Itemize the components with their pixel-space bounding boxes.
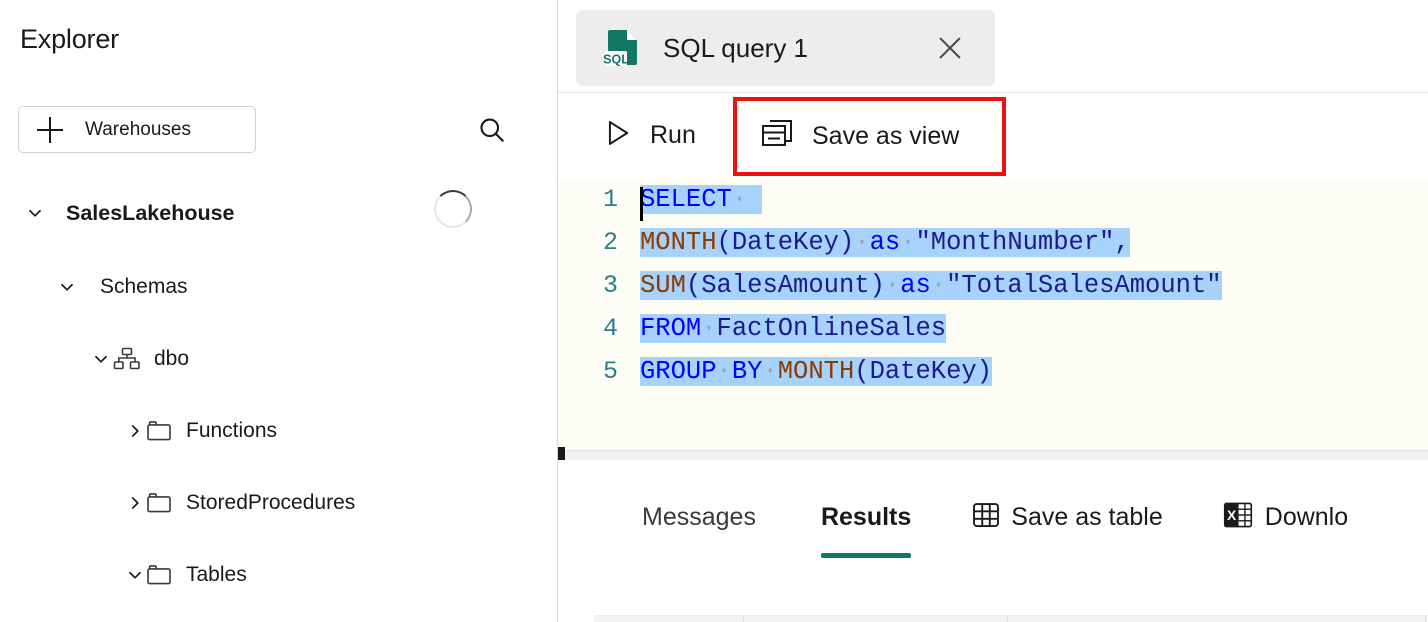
schema-icon [112, 346, 142, 372]
active-tab-underline [820, 553, 912, 558]
chevron-down-icon[interactable] [56, 276, 78, 298]
search-icon[interactable] [472, 110, 512, 150]
tree-item-label: Schemas [100, 275, 188, 298]
tab-results[interactable]: Results [820, 503, 912, 558]
svg-text:X: X [1227, 507, 1237, 523]
line-number: 5 [602, 357, 618, 386]
spinner-icon [434, 190, 472, 228]
add-warehouses-label: Warehouses [85, 118, 191, 140]
save-as-view-button[interactable]: Save as view [760, 118, 959, 155]
line-number: 3 [602, 271, 618, 300]
tree-item-label: SalesLakehouse [66, 200, 235, 225]
play-icon [604, 118, 632, 153]
tab-messages-label: Messages [642, 503, 756, 531]
folder-icon [146, 490, 172, 516]
save-as-view-label: Save as view [812, 122, 960, 150]
tree-item-label: Functions [186, 419, 278, 442]
code-text: FROM·FactOnlineSales [640, 314, 947, 343]
code-text: SUM(SalesAmount)·as·"TotalSalesAmount" [640, 271, 1222, 300]
explorer-sidebar: Explorer Warehouses SalesLakehouse Schem… [0, 0, 558, 622]
save-as-view-highlight-box: Save as view [733, 97, 1006, 176]
line-number: 1 [602, 185, 618, 214]
text-caret [640, 187, 643, 221]
code-line: 2 MONTH(DateKey)·as·"MonthNumber", [558, 221, 1428, 264]
view-stack-icon [760, 118, 794, 155]
folder-icon [146, 418, 172, 444]
tree-item-label: StoredProcedures [186, 491, 356, 514]
line-number: 4 [602, 314, 618, 343]
tree-item-tables[interactable]: Tables [124, 554, 247, 596]
save-as-table-label: Save as table [1011, 503, 1163, 531]
chevron-down-icon[interactable] [90, 348, 112, 370]
code-line: 1 SELECT· [558, 178, 1428, 221]
download-excel-button[interactable]: X Downlo [1223, 500, 1348, 535]
results-pane: Messages Results Save as table X Downlo [558, 460, 1428, 622]
sql-code-editor[interactable]: 1 SELECT· 2 MONTH(DateKey)·as·"MonthNumb… [558, 178, 1428, 450]
code-line: 3 SUM(SalesAmount)·as·"TotalSalesAmount" [558, 264, 1428, 307]
tree-item-functions[interactable]: Functions [124, 410, 277, 452]
close-icon[interactable] [933, 31, 967, 65]
pane-splitter[interactable] [558, 447, 1428, 466]
grid-header-cell [594, 616, 744, 622]
code-text: MONTH(DateKey)·as·"MonthNumber", [640, 228, 1130, 257]
tree-item-label: dbo [154, 347, 190, 370]
code-text: SELECT· [640, 185, 763, 221]
tree-item-storedprocedures[interactable]: StoredProcedures [124, 482, 355, 524]
sql-file-icon: SQL [603, 27, 641, 69]
tab-strip: SQL SQL query 1 [558, 0, 1428, 93]
page-title: Explorer [20, 24, 119, 54]
fabric-sql-editor-window: Explorer Warehouses SalesLakehouse Schem… [0, 0, 1428, 622]
tree-item-schemas[interactable]: Schemas [56, 266, 188, 308]
code-text: GROUP·BY·MONTH(DateKey) [640, 357, 993, 386]
add-warehouses-button[interactable]: Warehouses [18, 106, 256, 153]
excel-icon: X [1223, 500, 1253, 535]
chevron-down-icon[interactable] [124, 564, 146, 586]
download-label: Downlo [1264, 503, 1349, 531]
chevron-right-icon[interactable] [124, 492, 146, 514]
tree-item-saleslakehouse[interactable]: SalesLakehouse [24, 192, 235, 234]
run-label: Run [650, 121, 696, 149]
chevron-right-icon[interactable] [124, 420, 146, 442]
tab-messages[interactable]: Messages [642, 503, 756, 532]
query-editor-area: SQL SQL query 1 Run Save as view 1 SELEC… [558, 0, 1428, 622]
results-tab-bar: Messages Results Save as table X Downlo [558, 460, 1428, 575]
results-grid-header [594, 615, 1428, 622]
tree-item-label: Tables [186, 563, 247, 586]
folder-icon [146, 562, 172, 588]
grid-header-cell [1008, 616, 1426, 622]
code-line: 4 FROM·FactOnlineSales [558, 307, 1428, 350]
tab-title: SQL query 1 [663, 32, 809, 63]
grid-header-cell [744, 616, 1008, 622]
query-toolbar: Run Save as view [558, 93, 1428, 178]
code-line: 5 GROUP·BY·MONTH(DateKey) [558, 350, 1428, 393]
plus-icon [37, 116, 63, 143]
svg-text:SQL: SQL [603, 53, 629, 67]
chevron-down-icon[interactable] [24, 202, 46, 224]
tab-sql-query-1[interactable]: SQL SQL query 1 [576, 10, 995, 86]
table-grid-icon [971, 500, 1001, 535]
run-button[interactable]: Run [604, 113, 696, 159]
save-as-table-button[interactable]: Save as table [971, 500, 1163, 535]
tree-item-dbo[interactable]: dbo [90, 338, 189, 380]
tab-results-label: Results [820, 503, 912, 531]
line-number: 2 [602, 228, 618, 257]
